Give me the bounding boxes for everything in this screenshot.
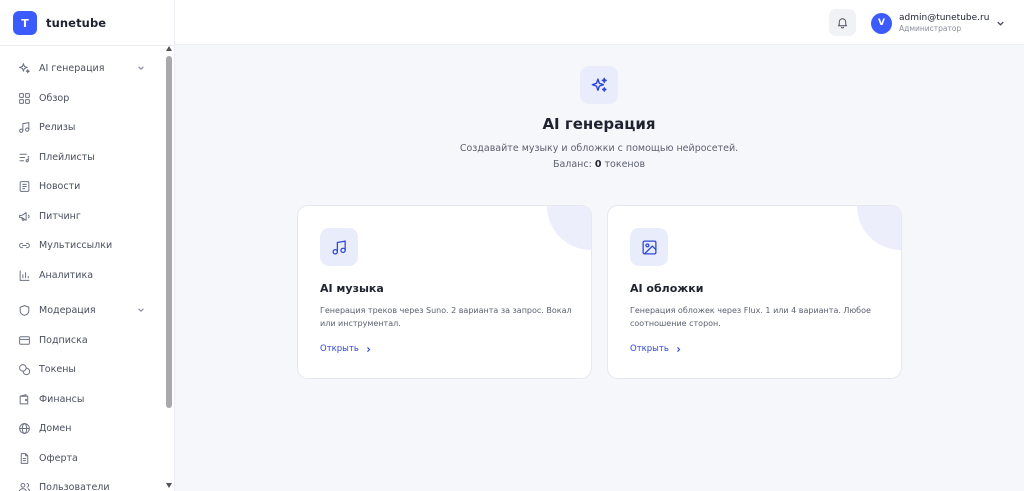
user-email: admin@tunetube.ru [899, 12, 990, 23]
music-note-icon [18, 121, 31, 134]
sidebar-item-label: AI генерация [39, 62, 105, 74]
logo-badge: T [13, 11, 37, 35]
sidebar-item-label: Подписка [39, 334, 88, 346]
bar-chart-icon [18, 269, 31, 282]
sidebar-item-finances[interactable]: Финансы [0, 386, 163, 412]
sidebar-scrollbar[interactable] [164, 46, 174, 491]
sidebar-item-subscription[interactable]: Подписка [0, 327, 163, 353]
sidebar-item-tokens[interactable]: Токены [0, 356, 163, 382]
megaphone-icon [18, 210, 31, 223]
sidebar-item-label: Домен [39, 422, 72, 434]
card-title: AI обложки [630, 282, 704, 295]
scroll-thumb[interactable] [166, 56, 172, 408]
top-header: V admin@tunetube.ru Администратор [175, 0, 1024, 45]
open-ai-covers-link[interactable]: Открыть [630, 344, 682, 354]
sidebar-item-offer[interactable]: Оферта [0, 445, 163, 471]
user-info: admin@tunetube.ru Администратор [899, 13, 989, 34]
sidebar-item-label: Обзор [39, 92, 70, 104]
card-title: AI музыка [320, 282, 384, 295]
sidebar-item-label: Питчинг [39, 210, 81, 222]
bell-icon [836, 16, 849, 29]
sidebar-item-users[interactable]: Пользователи [0, 474, 163, 491]
sidebar-item-label: Релизы [39, 121, 76, 133]
sidebar-item-releases[interactable]: Релизы [0, 114, 163, 140]
sidebar-item-moderation[interactable]: Модерация [0, 297, 163, 323]
balance-suffix: токенов [604, 159, 646, 170]
ai-covers-card[interactable]: AI обложки Генерация обложек через Flux.… [607, 205, 902, 379]
page-title: AI генерация [542, 115, 656, 133]
sidebar-item-domain[interactable]: Домен [0, 415, 163, 441]
open-ai-music-link[interactable]: Открыть [320, 344, 372, 354]
user-role: Администратор [899, 23, 962, 33]
sparkles-icon [580, 66, 618, 104]
sidebar-item-analytics[interactable]: Аналитика [0, 262, 163, 288]
newspaper-icon [18, 180, 31, 193]
coins-icon [18, 363, 31, 376]
scroll-up-arrow-icon[interactable] [166, 46, 172, 51]
sidebar-item-label: Финансы [39, 393, 85, 405]
balance-value: 0 [594, 159, 602, 170]
notifications-button[interactable] [829, 9, 856, 36]
sidebar-item-label: Мультиссылки [39, 239, 113, 251]
brand-logo[interactable]: T tunetube [13, 10, 106, 36]
link-icon [18, 239, 31, 252]
card-link-label: Открыть [630, 344, 669, 354]
ai-music-card[interactable]: AI музыка Генерация треков через Suno. 2… [297, 205, 592, 379]
sidebar-divider [0, 45, 175, 46]
sidebar-item-overview[interactable]: Обзор [0, 85, 163, 111]
balance-prefix: Баланс: [552, 159, 592, 170]
chevron-right-icon [365, 346, 372, 353]
scroll-down-arrow-icon[interactable] [166, 483, 172, 488]
chevron-down-icon [137, 306, 145, 314]
avatar: V [871, 12, 892, 34]
sidebar-item-label: Новости [39, 180, 81, 192]
card-decoration [857, 206, 901, 250]
sidebar-item-label: Пользователи [39, 481, 110, 491]
sidebar-item-label: Модерация [39, 304, 96, 316]
sidebar-item-playlists[interactable]: Плейлисты [0, 144, 163, 170]
sidebar-item-label: Аналитика [39, 269, 94, 281]
chevron-right-icon [675, 346, 682, 353]
document-icon [18, 452, 31, 465]
card-decoration [547, 206, 591, 250]
brand-name: tunetube [46, 16, 107, 30]
card-description: Генерация треков через Suno. 2 варианта … [320, 306, 572, 328]
shield-icon [18, 304, 31, 317]
users-icon [18, 481, 31, 491]
token-balance: Баланс: 0 токенов [400, 159, 798, 170]
page-subtitle: Создавайте музыку и обложки с помощью не… [459, 143, 739, 154]
music-note-icon [320, 228, 358, 266]
sparkles-icon [18, 62, 31, 75]
grid-icon [18, 92, 31, 105]
sidebar-item-ai-generation[interactable]: AI генерация [0, 55, 163, 81]
sidebar-item-label: Плейлисты [39, 151, 95, 163]
sidebar-item-pitching[interactable]: Питчинг [0, 203, 163, 229]
chevron-down-icon [996, 19, 1005, 28]
sidebar-item-label: Токены [39, 363, 76, 375]
credit-card-icon [18, 334, 31, 347]
sidebar-item-multilinks[interactable]: Мультиссылки [0, 232, 163, 258]
chevron-down-icon [137, 64, 145, 72]
user-menu[interactable]: V admin@tunetube.ru Администратор [871, 11, 1005, 35]
card-description: Генерация обложек через Flux. 1 или 4 ва… [630, 306, 871, 328]
globe-icon [18, 422, 31, 435]
wallet-icon [18, 393, 31, 406]
image-icon [630, 228, 668, 266]
sidebar-nav: AI генерация Обзор Релизы Плейлисты Ново… [0, 54, 163, 491]
playlist-icon [18, 151, 31, 164]
sidebar-item-label: Оферта [39, 452, 78, 464]
card-link-label: Открыть [320, 344, 359, 354]
sidebar: T tunetube AI генерация Обзор Релизы Пле… [0, 0, 175, 491]
sidebar-item-news[interactable]: Новости [0, 173, 163, 199]
